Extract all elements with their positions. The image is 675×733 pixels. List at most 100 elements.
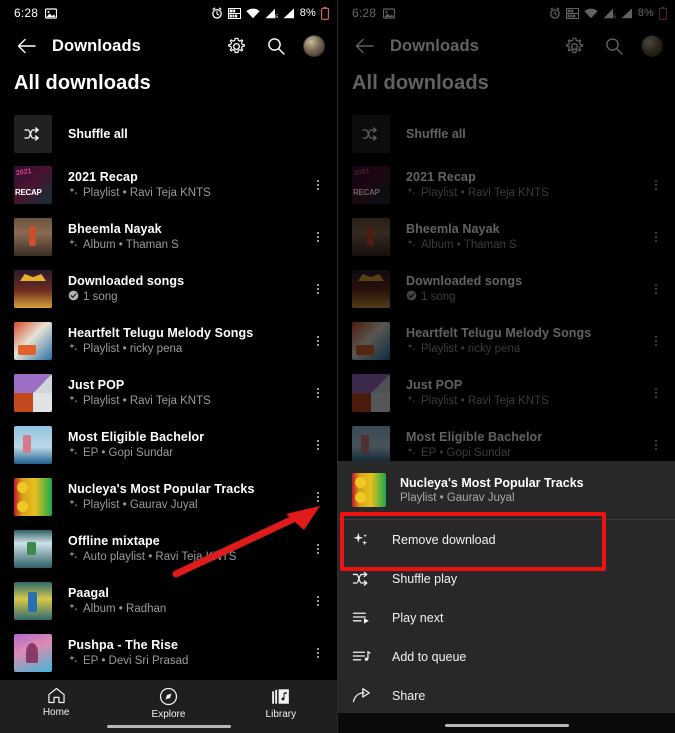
item-meta: Playlist • Ravi Teja KNTS	[421, 187, 549, 199]
menu-label: Share	[392, 688, 426, 703]
item-meta-row: Album • Thaman S	[68, 238, 305, 252]
list-item[interactable]: Just POP Playlist • Ravi Teja KNTS	[0, 367, 337, 419]
sparkle-icon	[68, 550, 79, 564]
avatar[interactable]	[303, 35, 325, 57]
right-phone-screen: 6:28 R	[337, 0, 675, 733]
album-art	[352, 270, 390, 308]
menu-item-share[interactable]: Share	[338, 676, 675, 715]
album-art	[14, 322, 52, 360]
overflow-menu-button[interactable]	[305, 490, 331, 504]
list-item[interactable]: Paagal Album • Radhan	[0, 575, 337, 627]
list-item[interactable]: Nucleya's Most Popular Tracks Playlist •…	[0, 471, 337, 523]
sparkle-icon	[68, 342, 79, 356]
item-meta-row: Playlist • Ravi Teja KNTS	[406, 394, 643, 408]
battery-icon	[659, 6, 667, 20]
menu-item-play-next[interactable]: Play next	[338, 598, 675, 637]
sheet-title: Nucleya's Most Popular Tracks	[400, 476, 584, 490]
overflow-menu-button[interactable]	[305, 646, 331, 660]
item-title: Downloaded songs	[406, 274, 523, 288]
list-item[interactable]: Offline mixtape Auto playlist • Ravi Tej…	[0, 523, 337, 575]
gear-icon[interactable]	[559, 31, 589, 61]
avatar[interactable]	[641, 35, 663, 57]
list-item[interactable]: Pushpa - The Rise EP • Devi Sri Prasad	[0, 627, 337, 679]
item-meta-row: Playlist • Gaurav Juyal	[68, 498, 305, 512]
back-button[interactable]	[10, 30, 42, 62]
download-complete-icon	[406, 290, 417, 304]
menu-item-shuffle-play[interactable]: Shuffle play	[338, 559, 675, 598]
overflow-menu-button[interactable]	[305, 282, 331, 296]
add-to-queue-icon	[352, 649, 386, 664]
battery-percent: 8%	[637, 7, 654, 19]
item-title: 2021 Recap	[406, 170, 476, 184]
list-item[interactable]: 2021 Recap Playlist • Ravi Teja KNTS	[338, 159, 675, 211]
overflow-menu-button[interactable]	[305, 594, 331, 608]
menu-item-add-to-queue[interactable]: Add to queue	[338, 637, 675, 676]
nav-item-home[interactable]: Home	[0, 687, 112, 718]
vibrate-icon	[227, 7, 241, 19]
search-icon[interactable]	[599, 31, 629, 61]
item-title: Just POP	[406, 378, 463, 392]
status-time: 6:28	[14, 6, 39, 20]
list-item[interactable]: Heartfelt Telugu Melody Songs Playlist •…	[0, 315, 337, 367]
album-art	[14, 270, 52, 308]
gear-icon[interactable]	[221, 31, 251, 61]
search-icon[interactable]	[261, 31, 291, 61]
list-item[interactable]: Bheemla Nayak Album • Thaman S	[338, 211, 675, 263]
menu-item-remove-download[interactable]: Remove download	[338, 520, 675, 559]
overflow-menu-button[interactable]	[643, 334, 669, 348]
overflow-menu-button[interactable]	[305, 334, 331, 348]
item-meta-row: 1 song	[68, 290, 305, 304]
shuffle-icon	[352, 115, 390, 153]
sparkle-icon	[406, 238, 417, 252]
overflow-menu-button[interactable]	[305, 178, 331, 192]
nav-label-home: Home	[42, 707, 70, 718]
album-art	[14, 582, 52, 620]
overflow-menu-button[interactable]	[643, 438, 669, 452]
item-title: Most Eligible Bachelor	[68, 430, 205, 444]
item-title: Just POP	[68, 378, 125, 392]
status-bar: 6:28 R	[0, 0, 337, 26]
list-item[interactable]: 2021 Recap Playlist • Ravi Teja KNTS	[0, 159, 337, 211]
page-title: Downloads	[52, 36, 141, 55]
photo-icon	[45, 7, 58, 19]
overflow-menu-button[interactable]	[305, 386, 331, 400]
list-item[interactable]: Downloaded songs 1 song	[338, 263, 675, 315]
item-meta: EP • Gopi Sundar	[421, 447, 512, 459]
album-art	[352, 426, 390, 464]
list-item[interactable]: Most Eligible Bachelor EP • Gopi Sundar	[0, 419, 337, 471]
bottom-sheet-header: Nucleya's Most Popular Tracks Playlist •…	[338, 461, 675, 519]
sparkle-icon	[352, 531, 386, 549]
album-art	[14, 166, 52, 204]
item-meta: Album • Thaman S	[83, 239, 179, 251]
left-phone-screen: 6:28 R 8% Downloads All downloads Shuffl…	[0, 0, 337, 733]
status-bar: 6:28 R	[338, 0, 675, 26]
overflow-menu-button[interactable]	[305, 542, 331, 556]
section-heading: All downloads	[14, 72, 151, 94]
svg-text:R: R	[275, 14, 278, 19]
overflow-menu-button[interactable]	[305, 438, 331, 452]
sparkle-icon	[68, 602, 79, 616]
list-item[interactable]: Downloaded songs 1 song	[0, 263, 337, 315]
album-art	[14, 426, 52, 464]
overflow-menu-button[interactable]	[305, 230, 331, 244]
nav-label-library: Library	[265, 709, 297, 720]
nav-item-library[interactable]: Library	[225, 687, 337, 720]
overflow-menu-button[interactable]	[643, 178, 669, 192]
menu-label: Play next	[392, 610, 444, 625]
overflow-menu-button[interactable]	[643, 386, 669, 400]
item-meta-row: Playlist • Ravi Teja KNTS	[68, 394, 305, 408]
overflow-menu-button[interactable]	[643, 230, 669, 244]
overflow-menu-button[interactable]	[643, 282, 669, 296]
item-meta-row: EP • Devi Sri Prasad	[68, 654, 305, 668]
list-item[interactable]: Heartfelt Telugu Melody Songs Playlist •…	[338, 315, 675, 367]
nav-item-explore[interactable]: Explore	[112, 687, 224, 720]
shuffle-all-row[interactable]: Shuffle all	[0, 109, 337, 159]
list-item[interactable]: Just POP Playlist • Ravi Teja KNTS	[338, 367, 675, 419]
item-meta: EP • Gopi Sundar	[83, 447, 174, 459]
back-button[interactable]	[348, 30, 380, 62]
album-art	[352, 322, 390, 360]
item-meta-row: Playlist • Ravi Teja KNTS	[68, 186, 305, 200]
shuffle-all-row[interactable]: Shuffle all	[338, 109, 675, 159]
album-art	[352, 218, 390, 256]
list-item[interactable]: Bheemla Nayak Album • Thaman S	[0, 211, 337, 263]
